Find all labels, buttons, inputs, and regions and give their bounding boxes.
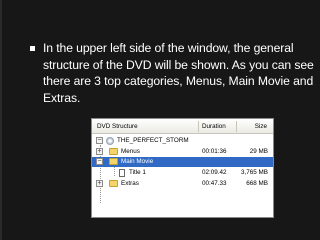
tree-row-title-1[interactable]: Title 1 02:09.42 3,765 MB	[92, 168, 273, 178]
tree-item-label: Extras	[121, 180, 139, 187]
folder-open-icon	[109, 158, 118, 165]
tree-item-label: Menus	[121, 148, 140, 155]
dvd-disc-icon	[106, 137, 114, 145]
expand-menus-toggle[interactable]: +	[96, 148, 103, 155]
tree-item-label: Main Movie	[121, 158, 154, 165]
slide: In the upper left side of the window, th…	[0, 0, 320, 240]
tree-row-menus[interactable]: + Menus 00:01:36 29 MB	[92, 147, 273, 157]
dvd-structure-tree[interactable]: DVD Structure Duration Size − THE_PERFEC…	[91, 118, 274, 218]
collapse-main-movie-toggle[interactable]: −	[96, 158, 103, 165]
column-divider[interactable]	[236, 121, 237, 132]
tree-item-label: Title 1	[129, 169, 146, 176]
tree-item-size: 29 MB	[249, 148, 268, 155]
column-header-duration[interactable]: Duration	[202, 123, 226, 130]
tree-row-root[interactable]: − THE_PERFECT_STORM	[92, 136, 273, 146]
column-header-size[interactable]: Size	[255, 123, 267, 130]
tree-item-size: 668 MB	[246, 180, 268, 187]
folder-icon	[109, 148, 118, 155]
column-header-dvd-structure[interactable]: DVD Structure	[97, 123, 138, 130]
collapse-root-toggle[interactable]: −	[96, 137, 103, 144]
tree-item-size: 3,765 MB	[241, 169, 268, 176]
tree-row-extras[interactable]: + Extras 00:47.33 668 MB	[92, 179, 273, 189]
tree-item-duration: 00:01:36	[202, 148, 227, 155]
bullet-square-icon	[30, 46, 35, 51]
bullet-point: In the upper left side of the window, th…	[30, 40, 315, 107]
tree-root-label: THE_PERFECT_STORM	[117, 137, 189, 144]
tree-item-duration: 02:09.42	[202, 169, 227, 176]
expand-extras-toggle[interactable]: +	[96, 180, 103, 187]
tree-header: DVD Structure Duration Size	[92, 119, 273, 134]
folder-icon	[109, 180, 118, 187]
tree-item-duration: 00:47.33	[202, 180, 227, 187]
tree-row-main-movie[interactable]: − Main Movie	[92, 157, 273, 167]
bullet-text: In the upper left side of the window, th…	[43, 41, 314, 106]
title-file-icon	[119, 169, 125, 177]
column-divider[interactable]	[198, 121, 199, 132]
